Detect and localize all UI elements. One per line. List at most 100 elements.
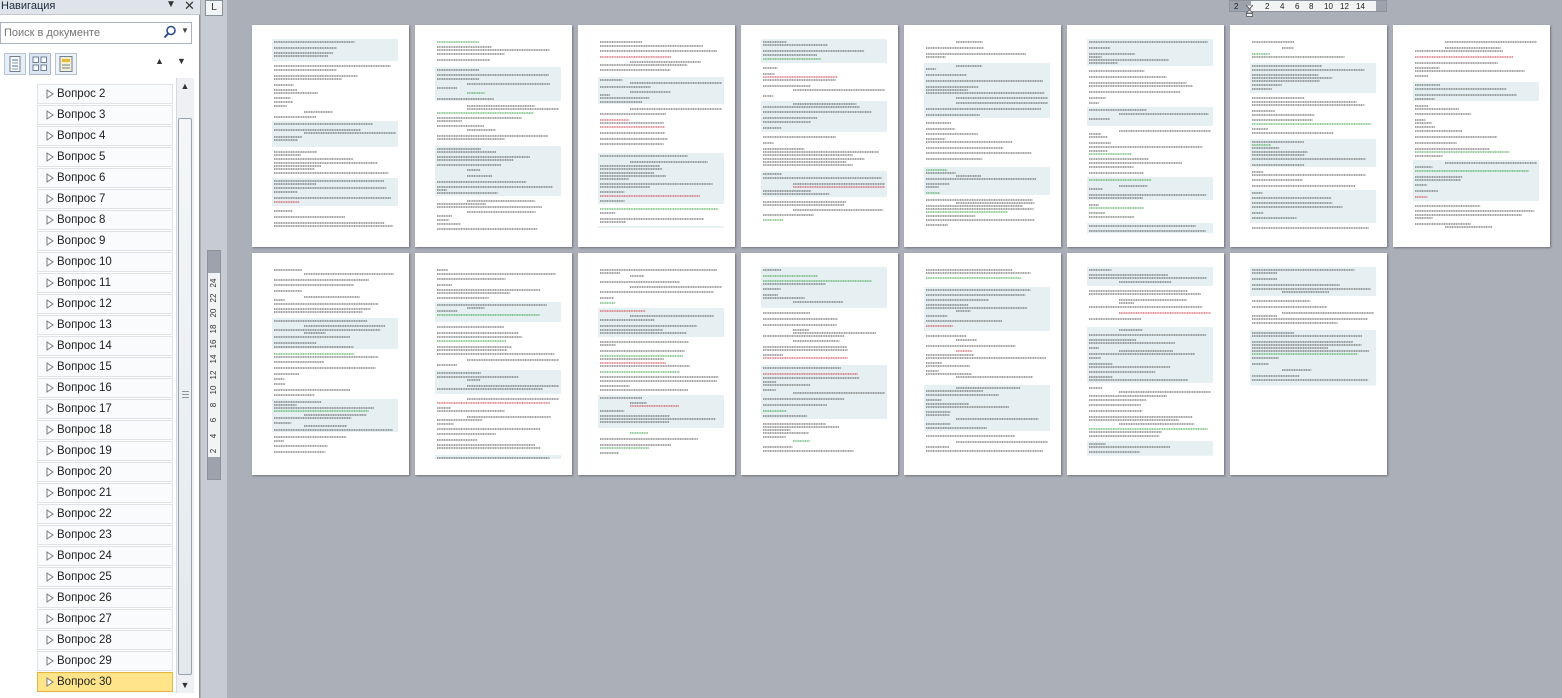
- expand-triangle-icon[interactable]: [46, 383, 54, 393]
- expand-triangle-icon[interactable]: [46, 404, 54, 414]
- shaded-question-block: [435, 370, 561, 394]
- expand-triangle-icon[interactable]: [46, 89, 54, 99]
- expand-triangle-icon[interactable]: [46, 215, 54, 225]
- heading-item[interactable]: Вопрос 10: [37, 252, 173, 272]
- expand-triangle-icon[interactable]: [46, 488, 54, 498]
- document-page[interactable]: [904, 25, 1061, 247]
- document-page[interactable]: [415, 25, 572, 247]
- expand-triangle-icon[interactable]: [46, 320, 54, 330]
- heading-item[interactable]: Вопрос 18: [37, 420, 173, 440]
- heading-item[interactable]: Вопрос 12: [37, 294, 173, 314]
- close-icon[interactable]: ✕: [184, 0, 195, 14]
- expand-triangle-icon[interactable]: [46, 551, 54, 561]
- expand-triangle-icon[interactable]: [46, 614, 54, 624]
- expand-triangle-icon[interactable]: [46, 299, 54, 309]
- expand-triangle-icon[interactable]: [46, 341, 54, 351]
- heading-item[interactable]: Вопрос 14: [37, 336, 173, 356]
- search-box[interactable]: ▼: [0, 22, 192, 44]
- heading-item[interactable]: Вопрос 26: [37, 588, 173, 608]
- navigation-pane-header: Навигация ▼ ✕: [0, 0, 200, 15]
- expand-triangle-icon[interactable]: [46, 509, 54, 519]
- heading-item[interactable]: Вопрос 28: [37, 630, 173, 650]
- expand-triangle-icon[interactable]: [46, 656, 54, 666]
- expand-triangle-icon[interactable]: [46, 530, 54, 540]
- expand-triangle-icon[interactable]: [46, 278, 54, 288]
- heading-item[interactable]: Вопрос 23: [37, 525, 173, 545]
- expand-triangle-icon[interactable]: [46, 572, 54, 582]
- heading-item[interactable]: Вопрос 20: [37, 462, 173, 482]
- heading-item[interactable]: Вопрос 3: [37, 105, 173, 125]
- heading-item[interactable]: Вопрос 19: [37, 441, 173, 461]
- heading-item[interactable]: Вопрос 21: [37, 483, 173, 503]
- heading-label: Вопрос 25: [57, 571, 112, 583]
- expand-triangle-icon[interactable]: [46, 257, 54, 267]
- search-icon[interactable]: [163, 25, 177, 39]
- heading-item[interactable]: Вопрос 27: [37, 609, 173, 629]
- document-page[interactable]: [1067, 253, 1224, 475]
- search-results-view-button[interactable]: [55, 53, 77, 75]
- heading-item[interactable]: Вопрос 2: [37, 84, 173, 104]
- previous-result-arrow-up-icon[interactable]: ▲: [155, 56, 164, 66]
- document-page[interactable]: [741, 25, 898, 247]
- scrollbar-thumb[interactable]: [178, 118, 192, 675]
- expand-triangle-icon[interactable]: [46, 362, 54, 372]
- heading-item[interactable]: Вопрос 9: [37, 231, 173, 251]
- document-page[interactable]: [741, 253, 898, 475]
- heading-item[interactable]: Вопрос 16: [37, 378, 173, 398]
- heading-item[interactable]: Вопрос 30: [37, 672, 173, 692]
- pane-options-icon[interactable]: ▼: [166, 0, 176, 10]
- tab-selector-button[interactable]: L: [205, 0, 223, 16]
- search-options-chevron-down-icon[interactable]: ▼: [181, 26, 189, 35]
- heading-item[interactable]: Вопрос 13: [37, 315, 173, 335]
- scroll-up-arrow-icon[interactable]: ▲: [177, 78, 193, 94]
- document-page[interactable]: [1230, 25, 1387, 247]
- document-page[interactable]: [252, 25, 409, 247]
- heading-item[interactable]: Вопрос 4: [37, 126, 173, 146]
- shaded-question-block: [761, 365, 887, 419]
- heading-item[interactable]: Вопрос 22: [37, 504, 173, 524]
- horizontal-ruler-tick: 2: [1234, 2, 1239, 11]
- expand-triangle-icon[interactable]: [46, 110, 54, 120]
- document-page[interactable]: [578, 25, 735, 247]
- heading-item[interactable]: Вопрос 15: [37, 357, 173, 377]
- expand-triangle-icon[interactable]: [46, 593, 54, 603]
- search-input[interactable]: [4, 25, 154, 41]
- expand-triangle-icon[interactable]: [46, 677, 54, 687]
- heading-item[interactable]: Вопрос 11: [37, 273, 173, 293]
- indent-marker-icon[interactable]: [1246, 5, 1253, 17]
- pages-view-button[interactable]: [29, 53, 51, 75]
- horizontal-ruler-margin-right: [1376, 1, 1386, 11]
- document-page[interactable]: [252, 253, 409, 475]
- expand-triangle-icon[interactable]: [46, 446, 54, 456]
- document-page[interactable]: [1230, 253, 1387, 475]
- heading-item[interactable]: Вопрос 5: [37, 147, 173, 167]
- document-page[interactable]: [578, 253, 735, 475]
- expand-triangle-icon[interactable]: [46, 131, 54, 141]
- shaded-question-block: [598, 226, 724, 228]
- heading-item[interactable]: Вопрос 8: [37, 210, 173, 230]
- heading-label: Вопрос 15: [57, 361, 112, 373]
- document-page[interactable]: [1067, 25, 1224, 247]
- heading-item[interactable]: Вопрос 29: [37, 651, 173, 671]
- page-content-thumbnail: [272, 39, 398, 227]
- expand-triangle-icon[interactable]: [46, 194, 54, 204]
- heading-item[interactable]: Вопрос 25: [37, 567, 173, 587]
- expand-triangle-icon[interactable]: [46, 425, 54, 435]
- expand-triangle-icon[interactable]: [46, 152, 54, 162]
- expand-triangle-icon[interactable]: [46, 173, 54, 183]
- heading-item[interactable]: Вопрос 24: [37, 546, 173, 566]
- expand-triangle-icon[interactable]: [46, 467, 54, 477]
- document-page[interactable]: [904, 253, 1061, 475]
- heading-item[interactable]: Вопрос 7: [37, 189, 173, 209]
- expand-triangle-icon[interactable]: [46, 236, 54, 246]
- scroll-down-arrow-icon[interactable]: ▼: [177, 677, 193, 693]
- expand-triangle-icon[interactable]: [46, 635, 54, 645]
- document-page[interactable]: [415, 253, 572, 475]
- headings-view-button[interactable]: [4, 53, 26, 75]
- vertical-ruler[interactable]: 2 4 6 8 10 12 14 16 18 20 22 24: [207, 250, 221, 480]
- document-page[interactable]: [1393, 25, 1550, 247]
- headings-scrollbar[interactable]: ▲ ▼: [176, 78, 194, 693]
- heading-item[interactable]: Вопрос 6: [37, 168, 173, 188]
- heading-item[interactable]: Вопрос 17: [37, 399, 173, 419]
- next-result-arrow-down-icon[interactable]: ▼: [177, 56, 186, 66]
